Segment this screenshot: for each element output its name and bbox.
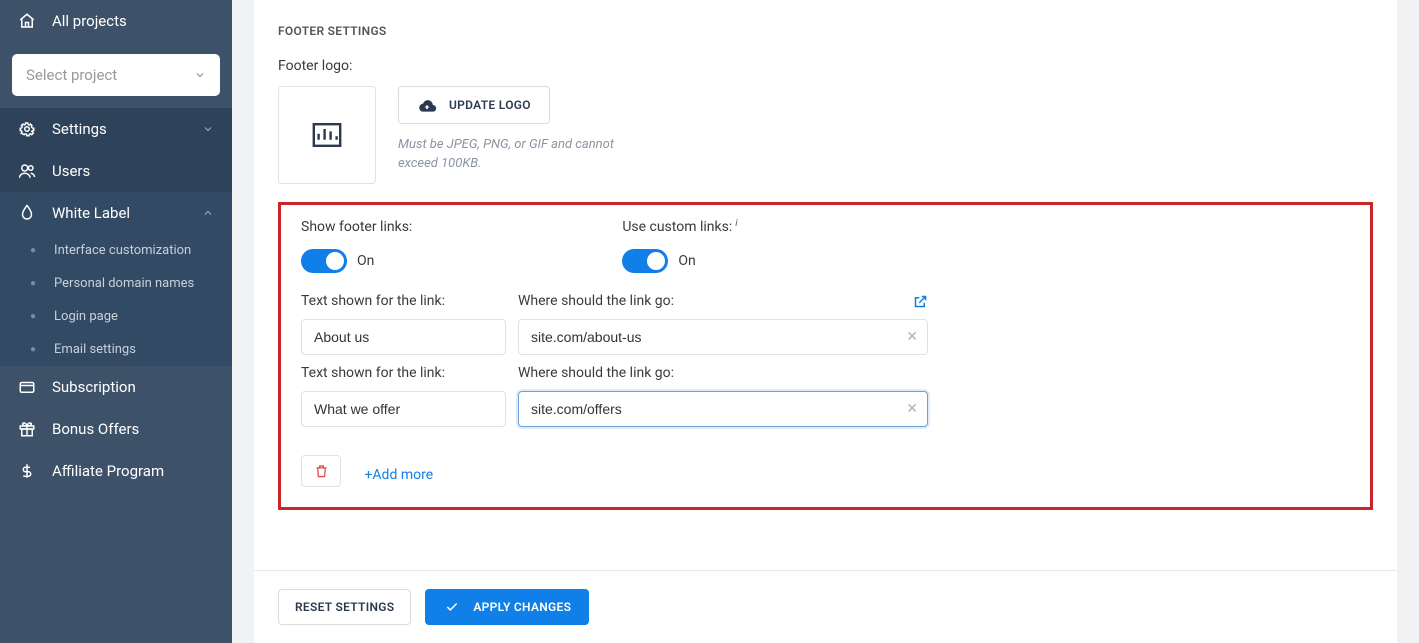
sidebar-sub-email[interactable]: ● Email settings <box>0 333 232 366</box>
sidebar-item-label: Affiliate Program <box>52 462 164 480</box>
footer-logo-preview <box>278 86 376 184</box>
footer-logo-label: Footer logo: <box>278 58 1373 74</box>
sidebar-item-affiliate[interactable]: Affiliate Program <box>0 450 232 492</box>
project-select-placeholder: Select project <box>26 66 117 84</box>
sidebar-item-label: Users <box>52 162 90 180</box>
gear-icon <box>18 120 36 138</box>
sidebar-item-label: All projects <box>52 12 127 30</box>
dollar-icon <box>18 462 36 480</box>
clear-icon[interactable]: ✕ <box>906 401 918 417</box>
sidebar-item-settings[interactable]: Settings <box>0 108 232 150</box>
delete-link-button[interactable] <box>301 455 341 487</box>
project-select[interactable]: Select project <box>12 54 220 96</box>
link-url-input-1[interactable] <box>518 391 928 427</box>
link-text-input-1[interactable] <box>301 391 506 427</box>
card-icon <box>18 378 36 396</box>
home-icon <box>18 12 36 30</box>
main-content: FOOTER SETTINGS Footer logo: UPDATE LOGO… <box>232 0 1419 643</box>
gift-icon <box>18 420 36 438</box>
update-logo-label: UPDATE LOGO <box>449 98 531 112</box>
clear-icon[interactable]: ✕ <box>906 329 918 345</box>
show-footer-links-toggle[interactable] <box>301 249 347 273</box>
update-logo-button[interactable]: UPDATE LOGO <box>398 86 550 124</box>
chart-placeholder-icon <box>312 123 342 147</box>
bullet-icon: ● <box>30 312 36 322</box>
external-link-icon[interactable] <box>913 294 928 309</box>
chevron-up-icon <box>202 207 214 219</box>
link-text-label: Text shown for the link: <box>301 293 506 309</box>
apply-changes-button[interactable]: APPLY CHANGES <box>425 589 589 625</box>
sidebar-item-label: Settings <box>52 120 107 138</box>
sidebar-item-white-label[interactable]: White Label <box>0 192 232 234</box>
sidebar-sub-label: Personal domain names <box>54 276 194 291</box>
sidebar-sub-label: Email settings <box>54 342 136 357</box>
check-icon <box>443 600 461 614</box>
sidebar-item-bonus[interactable]: Bonus Offers <box>0 408 232 450</box>
use-custom-links-toggle[interactable] <box>622 249 668 273</box>
sidebar-item-subscription[interactable]: Subscription <box>0 366 232 408</box>
section-title: FOOTER SETTINGS <box>278 24 1373 38</box>
sidebar-sub-label: Interface customization <box>54 243 191 258</box>
bullet-icon: ● <box>30 279 36 289</box>
link-url-label: Where should the link go: <box>518 365 928 381</box>
users-icon <box>18 162 36 180</box>
toggle-state-text: On <box>678 253 695 269</box>
sidebar-item-users[interactable]: Users <box>0 150 232 192</box>
chevron-down-icon <box>202 123 214 135</box>
use-custom-links-label: Use custom links: <box>622 219 732 235</box>
show-footer-links-label: Show footer links: <box>301 219 412 235</box>
sidebar-sub-login[interactable]: ● Login page <box>0 300 232 333</box>
add-more-link[interactable]: +Add more <box>344 467 433 483</box>
chevron-down-icon <box>194 69 206 81</box>
link-text-label: Text shown for the link: <box>301 365 506 381</box>
sidebar: All projects Select project Settings Use… <box>0 0 232 643</box>
sidebar-item-all-projects[interactable]: All projects <box>0 0 232 42</box>
sidebar-sub-label: Login page <box>54 309 118 324</box>
sidebar-item-label: Bonus Offers <box>52 420 139 438</box>
apply-changes-label: APPLY CHANGES <box>473 600 571 614</box>
toggle-state-text: On <box>357 253 374 269</box>
sidebar-sub-domains[interactable]: ● Personal domain names <box>0 267 232 300</box>
action-bar: RESET SETTINGS APPLY CHANGES <box>254 570 1397 643</box>
sidebar-sub-interface[interactable]: ● Interface customization <box>0 234 232 267</box>
droplet-icon <box>18 204 36 222</box>
bullet-icon: ● <box>30 345 36 355</box>
logo-hint: Must be JPEG, PNG, or GIF and cannot exc… <box>398 136 628 174</box>
bullet-icon: ● <box>30 246 36 256</box>
highlighted-section: Show footer links: On Use custom links:i… <box>278 202 1373 510</box>
info-icon[interactable]: i <box>735 218 737 229</box>
trash-icon <box>314 463 329 479</box>
sidebar-item-label: Subscription <box>52 378 136 396</box>
reset-settings-button[interactable]: RESET SETTINGS <box>278 589 411 625</box>
link-text-input-0[interactable] <box>301 319 506 355</box>
cloud-upload-icon <box>417 97 437 113</box>
link-url-label: Where should the link go: <box>518 293 674 309</box>
sidebar-item-label: White Label <box>52 204 130 222</box>
link-url-input-0[interactable] <box>518 319 928 355</box>
